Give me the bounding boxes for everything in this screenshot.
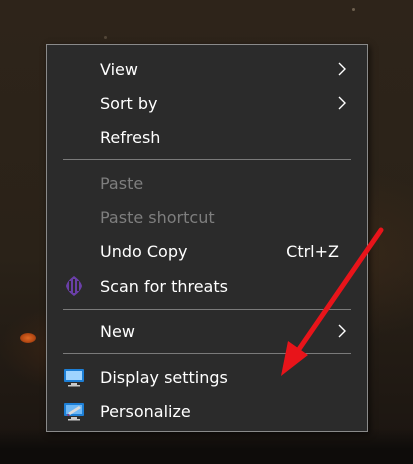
menu-item-label: Paste [100,173,144,193]
menu-item-display-settings[interactable]: Display settings [47,360,367,394]
menu-item-shortcut: Ctrl+Z [286,241,339,261]
menu-item-view[interactable]: View [47,52,367,86]
menu-item-label: Undo Copy [100,241,188,261]
menu-separator [63,353,351,354]
desktop-context-menu: View Sort by Refresh Paste Paste shortcu… [46,44,368,432]
chevron-right-icon [338,96,346,110]
menu-item-undo-copy[interactable]: Undo Copy Ctrl+Z [47,234,367,268]
menu-item-label: Refresh [100,127,161,147]
menu-item-label: Sort by [100,93,158,113]
background-ember [20,333,36,343]
menu-separator [63,309,351,310]
menu-item-sort-by[interactable]: Sort by [47,86,367,120]
menu-item-label: Scan for threats [100,276,228,296]
chevron-right-icon [338,324,346,338]
menu-item-paste-shortcut[interactable]: Paste shortcut [47,200,367,234]
menu-separator [63,159,351,160]
menu-item-label: View [100,59,138,79]
menu-item-label: New [100,321,135,341]
chevron-right-icon [338,62,346,76]
menu-item-label: Display settings [100,367,228,387]
background-ground [0,428,413,464]
menu-item-refresh[interactable]: Refresh [47,120,367,154]
antivirus-scan-icon [66,276,82,296]
menu-item-scan-for-threats[interactable]: Scan for threats [47,269,367,303]
menu-item-new[interactable]: New [47,314,367,348]
menu-item-label: Personalize [100,401,191,421]
display-settings-icon [64,369,84,387]
background-star [352,8,355,11]
personalize-icon [64,403,84,421]
menu-item-label: Paste shortcut [100,207,215,227]
menu-item-paste[interactable]: Paste [47,166,367,200]
menu-item-personalize[interactable]: Personalize [47,394,367,428]
background-star [104,36,107,39]
